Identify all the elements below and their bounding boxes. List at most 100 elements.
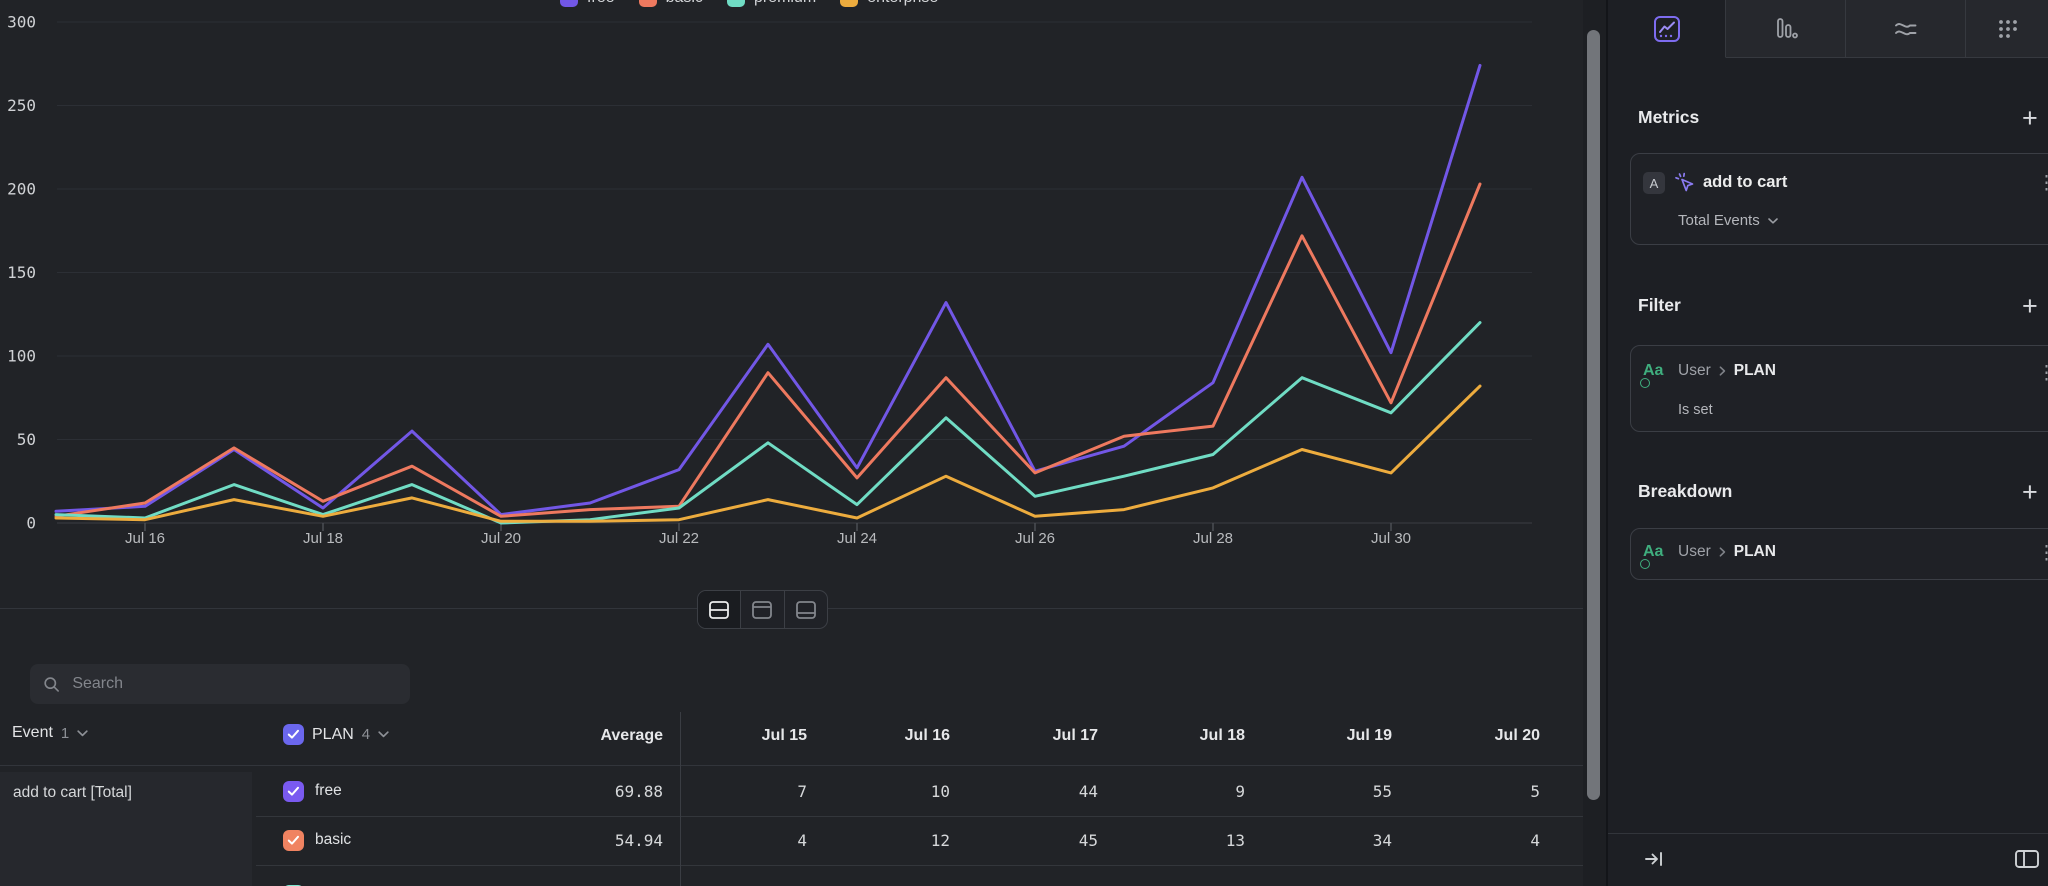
tab-line-chart[interactable] bbox=[1608, 0, 1726, 58]
check-icon bbox=[287, 786, 300, 797]
filter-menu-button[interactable]: ⋮ bbox=[2037, 364, 2048, 383]
chart-legend: free basic premium enterprise bbox=[560, 0, 938, 7]
plan-name: basic bbox=[315, 831, 351, 849]
y-axis-label: 100 bbox=[7, 347, 36, 366]
event-column-header[interactable]: Event 1 bbox=[12, 724, 88, 742]
date-column-header: Jul 16 bbox=[905, 727, 950, 745]
property-entity: User bbox=[1678, 362, 1711, 380]
chevron-right-icon bbox=[1719, 366, 1726, 376]
y-axis-label: 50 bbox=[17, 430, 36, 449]
bar-chart-icon bbox=[1773, 16, 1799, 42]
row-checkbox[interactable] bbox=[283, 781, 304, 802]
date-column-header: Jul 17 bbox=[1053, 727, 1098, 745]
metric-measure-dropdown[interactable]: Total Events bbox=[1678, 212, 1778, 229]
check-icon bbox=[287, 729, 300, 740]
y-axis-label: 200 bbox=[7, 180, 36, 199]
legend-item-free[interactable]: free bbox=[560, 0, 615, 7]
property-name: PLAN bbox=[1734, 543, 1776, 561]
check-icon bbox=[287, 835, 300, 846]
event-header-label: Event bbox=[12, 724, 53, 742]
day-value: 55 bbox=[1373, 782, 1392, 801]
line-chart: 050100150200250300Jul 16Jul 18Jul 20Jul … bbox=[0, 0, 1583, 560]
legend-swatch bbox=[840, 0, 858, 7]
day-value: 10 bbox=[931, 782, 950, 801]
date-column-header: Jul 18 bbox=[1200, 727, 1245, 745]
plan-column-header[interactable]: PLAN 4 bbox=[283, 724, 389, 745]
add-filter-button[interactable]: + bbox=[2022, 293, 2038, 320]
visualization-tabstrip bbox=[1608, 0, 2048, 58]
metric-letter-badge: A bbox=[1643, 172, 1665, 194]
layout-split-button[interactable] bbox=[698, 591, 741, 628]
x-axis-label: Jul 26 bbox=[1015, 530, 1055, 547]
series-line-free bbox=[56, 65, 1480, 514]
tab-bar-chart[interactable] bbox=[1726, 0, 1846, 57]
text-property-icon: Aa bbox=[1643, 362, 1669, 386]
layout-bottom-panel-button[interactable] bbox=[785, 591, 827, 628]
tab-more-visualizations[interactable] bbox=[1966, 0, 2048, 57]
top-panel-icon bbox=[751, 600, 773, 620]
x-axis-label: Jul 22 bbox=[659, 530, 699, 547]
event-cell-label: add to cart [Total] bbox=[13, 784, 132, 802]
line-chart-icon bbox=[1653, 15, 1681, 43]
row-checkbox[interactable] bbox=[283, 830, 304, 851]
day-value: 44 bbox=[1079, 782, 1098, 801]
chevron-right-icon bbox=[1719, 547, 1726, 557]
series-line-premium bbox=[56, 323, 1480, 523]
legend-item-basic[interactable]: basic bbox=[639, 0, 703, 7]
day-value: 5 bbox=[1530, 782, 1540, 801]
legend-item-enterprise[interactable]: enterprise bbox=[840, 0, 938, 7]
breakdown-card[interactable]: Aa User PLAN ⋮ bbox=[1630, 528, 2048, 580]
search-input[interactable] bbox=[70, 674, 397, 694]
split-view-icon bbox=[708, 600, 730, 620]
legend-item-premium[interactable]: premium bbox=[727, 0, 816, 7]
y-axis-label: 300 bbox=[7, 13, 36, 32]
flows-icon bbox=[1892, 17, 1920, 41]
chevron-down-icon bbox=[378, 731, 389, 738]
day-value: 34 bbox=[1373, 831, 1392, 850]
date-column-header: Jul 20 bbox=[1495, 727, 1540, 745]
x-axis-label: Jul 18 bbox=[303, 530, 343, 547]
add-metric-button[interactable]: + bbox=[2022, 105, 2038, 132]
metric-card[interactable]: A add to cart ⋮ Total Events bbox=[1630, 153, 2048, 245]
tab-flows[interactable] bbox=[1846, 0, 1966, 57]
legend-label: premium bbox=[754, 0, 816, 7]
y-axis-label: 150 bbox=[7, 263, 36, 282]
bottom-panel-icon bbox=[795, 600, 817, 620]
table-row-free[interactable]: free 69.88 7 10 44 9 55 5 bbox=[256, 768, 1583, 816]
chevron-down-icon bbox=[1768, 218, 1778, 224]
scrollbar-thumb[interactable] bbox=[1587, 30, 1600, 800]
day-value: 4 bbox=[1530, 831, 1540, 850]
average-column-divider bbox=[680, 712, 681, 886]
metric-event-name: add to cart bbox=[1703, 173, 1787, 192]
table-row-basic[interactable]: basic 54.94 4 12 45 13 34 4 bbox=[256, 817, 1583, 865]
table-row-premium[interactable]: premium 33.00 5 3 23 5 23 0 bbox=[256, 872, 1583, 886]
collapse-panel-icon[interactable] bbox=[1643, 848, 1665, 870]
x-axis-label: Jul 16 bbox=[125, 530, 165, 547]
filter-section-title: Filter bbox=[1638, 295, 1681, 316]
filter-card[interactable]: Aa User PLAN ⋮ Is set bbox=[1630, 345, 2048, 432]
breakdown-menu-button[interactable]: ⋮ bbox=[2037, 544, 2048, 563]
filter-operator[interactable]: Is set bbox=[1678, 402, 1713, 418]
day-value: 13 bbox=[1226, 831, 1245, 850]
x-axis-label: Jul 20 bbox=[481, 530, 521, 547]
search-box bbox=[30, 664, 410, 704]
event-row-panel[interactable]: add to cart [Total] bbox=[0, 772, 252, 886]
legend-label: free bbox=[587, 0, 615, 7]
plan-select-all-checkbox[interactable] bbox=[283, 724, 304, 745]
search-icon bbox=[43, 675, 60, 694]
sidebar-footer-divider bbox=[1608, 833, 2048, 834]
add-breakdown-button[interactable]: + bbox=[2022, 479, 2038, 506]
breakdown-property[interactable]: User PLAN bbox=[1678, 543, 1776, 561]
event-count: 1 bbox=[61, 725, 69, 742]
day-value: 45 bbox=[1079, 831, 1098, 850]
plan-name: free bbox=[315, 782, 342, 800]
metric-menu-button[interactable]: ⋮ bbox=[2037, 174, 2048, 193]
side-panel-layout-icon[interactable] bbox=[2014, 848, 2040, 870]
layout-top-panel-button[interactable] bbox=[741, 591, 784, 628]
date-column-header: Jul 15 bbox=[762, 727, 807, 745]
average-column-header: Average bbox=[600, 727, 663, 745]
filter-property[interactable]: User PLAN bbox=[1678, 362, 1776, 380]
series-line-enterprise bbox=[56, 386, 1480, 521]
day-value: 9 bbox=[1235, 782, 1245, 801]
x-axis-label: Jul 28 bbox=[1193, 530, 1233, 547]
